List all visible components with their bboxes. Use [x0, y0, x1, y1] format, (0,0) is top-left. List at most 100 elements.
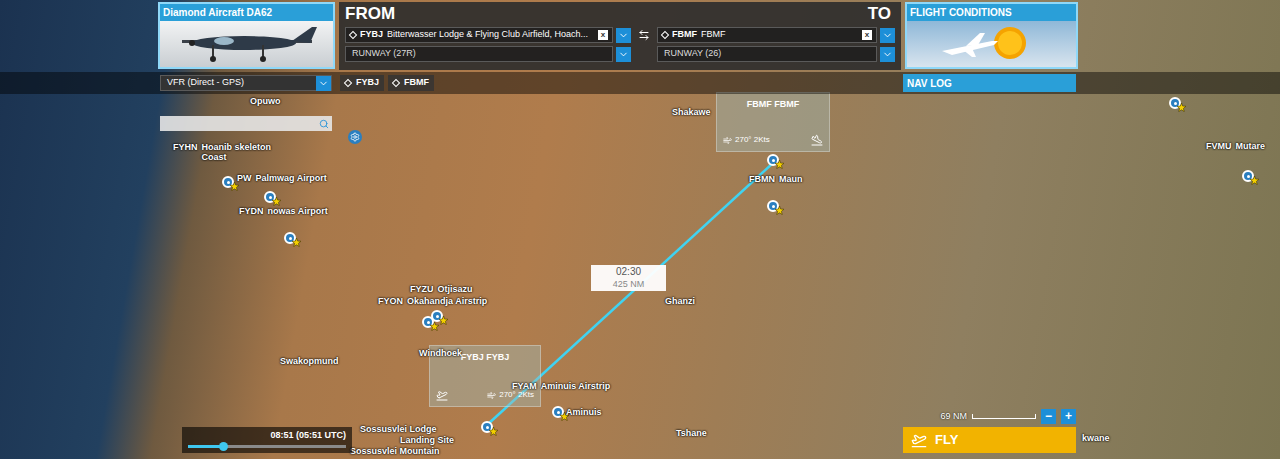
- airport-name: Bitterwasser Lodge & Flying Club Airfiel…: [387, 28, 594, 42]
- label-code: FVMU: [1206, 141, 1232, 151]
- airport-box-title: FBMF FBMF: [747, 98, 799, 112]
- airport-pin[interactable]: [481, 421, 497, 437]
- label-name: Okahandja Airstrip: [407, 296, 487, 306]
- map-label[interactable]: FYDNnowas Airport: [239, 206, 328, 216]
- swap-icon: [638, 29, 650, 41]
- map-label[interactable]: Swakopmund: [280, 356, 339, 366]
- airport-pin[interactable]: [767, 200, 783, 216]
- star-icon: [1177, 103, 1186, 112]
- runway-dropdown[interactable]: [880, 47, 895, 62]
- airport-pin[interactable]: [1242, 170, 1258, 186]
- swap-button[interactable]: [635, 27, 653, 43]
- map-label[interactable]: Sossusvlei Mountain: [350, 446, 440, 456]
- map-label[interactable]: Landing Site: [400, 435, 454, 445]
- label-name: Swakopmund: [280, 356, 339, 366]
- time-slider[interactable]: 08:51 (05:51 UTC): [182, 427, 352, 454]
- star-icon: [430, 322, 439, 331]
- landing-icon: [811, 134, 823, 146]
- waypoint-icon: [349, 31, 357, 39]
- chevron-down-icon: [618, 30, 629, 41]
- airport-pin[interactable]: [1169, 97, 1185, 113]
- label-name: Sossusvlei Lodge: [360, 424, 437, 434]
- label-name: Palmwag Airport: [256, 173, 327, 183]
- zoom-out-button[interactable]: −: [1041, 409, 1056, 424]
- runway-dropdown[interactable]: [616, 47, 631, 62]
- star-icon: [439, 316, 448, 325]
- map-label[interactable]: FVMU Mutare: [1206, 141, 1265, 151]
- star-icon: [230, 182, 239, 191]
- scale-reading: 69 NM: [940, 410, 967, 424]
- scale-bar: [972, 414, 1036, 419]
- map-label[interactable]: FYHNHoanib skeleton Coast: [173, 142, 286, 162]
- clear-button[interactable]: x: [598, 30, 608, 40]
- airport-dropdown[interactable]: [880, 28, 895, 43]
- nav-log-button[interactable]: NAV LOG: [903, 74, 1076, 92]
- airport-info-box[interactable]: FBMF FBMF270° 2Kts: [716, 92, 830, 152]
- waypoint-chip[interactable]: FBMF: [388, 75, 434, 91]
- label-name: Sossusvlei Mountain: [350, 446, 440, 456]
- waypoint-icon: [344, 79, 352, 87]
- chevron-down-icon: [882, 49, 893, 60]
- airport-box-title: FYBJ FYBJ: [461, 351, 510, 365]
- map-label[interactable]: Shakawe: [672, 107, 711, 117]
- chevron-down-icon: [882, 30, 893, 41]
- takeoff-icon: [436, 389, 448, 401]
- flight-plan-select[interactable]: VFR (Direct - GPS): [160, 75, 332, 91]
- flight-plan-dropdown[interactable]: [316, 76, 331, 91]
- waypoint-chip[interactable]: FYBJ: [340, 75, 384, 91]
- from-heading: FROM: [345, 4, 395, 24]
- runway-select[interactable]: RUNWAY (27R): [345, 46, 631, 62]
- fly-button[interactable]: FLY: [903, 427, 1076, 453]
- map-label[interactable]: Sossusvlei Lodge: [360, 424, 437, 434]
- aircraft-icon: [172, 21, 322, 67]
- label-name: Mutare: [1236, 141, 1266, 151]
- map-label[interactable]: kwane: [1082, 433, 1110, 443]
- label-name: Landing Site: [400, 435, 454, 445]
- label-name: Otjisazu: [438, 284, 473, 294]
- star-icon: [489, 427, 498, 436]
- label-name: Ghanzi: [665, 296, 695, 306]
- map-label[interactable]: FYAM Aminuis Airstrip: [512, 381, 610, 391]
- aircraft-card[interactable]: Diamond Aircraft DA62: [158, 2, 335, 69]
- search-icon: [319, 119, 329, 129]
- label-name: nowas Airport: [268, 206, 328, 216]
- airport-icao: FYBJ: [360, 28, 383, 42]
- airport-pin[interactable]: [284, 232, 300, 248]
- map-label[interactable]: FBMN Maun: [749, 174, 803, 184]
- map-label[interactable]: Windhoek: [419, 348, 462, 358]
- time-slider-knob[interactable]: [219, 442, 228, 451]
- airport-field[interactable]: FBMF FBMF x: [657, 27, 895, 43]
- airport-name: FBMF: [701, 28, 858, 42]
- airport-pin[interactable]: [222, 176, 238, 192]
- flight-conditions-card[interactable]: FLIGHT CONDITIONS: [905, 2, 1078, 69]
- clear-button[interactable]: x: [862, 30, 872, 40]
- airport-pin[interactable]: [422, 316, 438, 332]
- star-icon: [272, 197, 281, 206]
- label-code: FBMN: [749, 174, 775, 184]
- label-code: FYHN: [173, 142, 198, 152]
- search-field[interactable]: [160, 116, 332, 131]
- airport-dropdown[interactable]: [616, 28, 631, 43]
- label-name: Aminuis Airstrip: [541, 381, 611, 391]
- map-label[interactable]: PWPalmwag Airport: [237, 173, 327, 183]
- airport-pin[interactable]: [552, 406, 568, 422]
- label-name: Maun: [779, 174, 803, 184]
- label-name: Shakawe: [672, 107, 711, 117]
- airport-icao: FBMF: [672, 28, 697, 42]
- runway-select[interactable]: RUNWAY (26): [657, 46, 895, 62]
- zoom-in-button[interactable]: +: [1061, 409, 1076, 424]
- map-label[interactable]: Opuwo: [250, 96, 281, 106]
- map-label[interactable]: FYONOkahandja Airstrip: [378, 296, 487, 306]
- star-icon: [775, 206, 784, 215]
- label-name: kwane: [1082, 433, 1110, 443]
- map-label[interactable]: Tshane: [676, 428, 707, 438]
- weather-icon: [932, 21, 1052, 67]
- settings-marker-icon[interactable]: [348, 130, 362, 144]
- map-label[interactable]: Ghanzi: [665, 296, 695, 306]
- airport-pin[interactable]: [264, 191, 280, 207]
- map-label[interactable]: Aminuis: [566, 407, 602, 417]
- airport-pin[interactable]: [767, 154, 783, 170]
- airport-field[interactable]: FYBJ Bitterwasser Lodge & Flying Club Air…: [345, 27, 631, 43]
- label-code: FYAM: [512, 381, 537, 391]
- map-label[interactable]: FYZUOtjisazu: [410, 284, 473, 294]
